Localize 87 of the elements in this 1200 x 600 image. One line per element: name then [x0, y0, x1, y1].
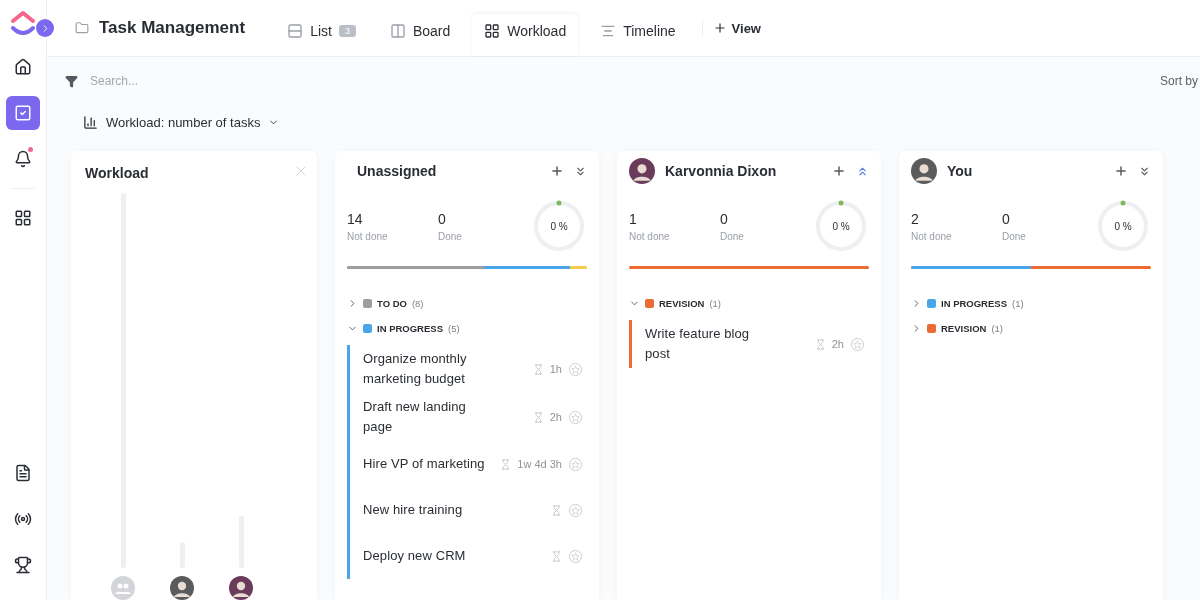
status-count: (1)	[991, 323, 1004, 334]
filter-icon[interactable]	[65, 74, 78, 88]
user-avatar	[170, 576, 194, 600]
status-name: IN PROGRESS	[377, 323, 443, 334]
stat-label: Not done	[629, 230, 671, 242]
time-estimate: 2h	[549, 411, 562, 423]
view-tab[interactable]: List 3	[275, 14, 368, 56]
user-avatar	[629, 158, 655, 184]
stat-label: Done	[1002, 230, 1027, 242]
home-icon	[14, 58, 32, 76]
checkbox-icon	[14, 104, 32, 122]
column-title: Karvonnia Dixon	[665, 163, 778, 179]
stat-label: Done	[720, 230, 745, 242]
status-name: REVISION	[659, 298, 705, 309]
time-estimate: 1w 4d 3h	[517, 458, 562, 470]
task-title[interactable]: Deploy new CRM	[363, 546, 485, 566]
status-group[interactable]: IN PROGRESS (1)	[911, 291, 1151, 316]
time-estimate: 1h	[549, 363, 562, 375]
percent-label: 0 %	[550, 220, 568, 232]
add-button[interactable]	[1114, 164, 1128, 178]
status-name: REVISION	[941, 323, 987, 334]
task-title[interactable]: Hire VP of marketing	[363, 454, 485, 474]
hourglass-icon	[551, 504, 562, 516]
trophy-icon	[14, 556, 32, 574]
view-tab[interactable]: Timeline	[588, 14, 688, 56]
progress-ring	[533, 200, 585, 252]
hourglass-icon	[500, 458, 512, 470]
status-count: (1)	[1012, 298, 1024, 309]
status-name: IN PROGRESS	[941, 298, 1007, 309]
bell-icon	[14, 150, 32, 168]
status-group[interactable]: REVISION (1)	[911, 316, 1151, 341]
count-badge: 3	[338, 25, 356, 37]
user-avatar	[229, 576, 253, 600]
columns-icon	[389, 23, 406, 39]
workload-dropdown[interactable]: Workload: number of tasks	[83, 105, 1200, 139]
status-count: (5)	[448, 323, 460, 334]
search-field[interactable]: Search...	[88, 73, 1150, 89]
stat-value: 2	[911, 210, 920, 227]
panel-title: Workload	[85, 165, 149, 181]
status-name: TO DO	[377, 298, 407, 309]
add-button[interactable]	[550, 164, 564, 178]
status-group[interactable]: IN PROGRESS (5)	[347, 316, 587, 341]
hourglass-icon	[532, 411, 544, 423]
column-title: Unassigned	[356, 163, 438, 179]
broadcast-icon	[14, 510, 32, 528]
status-count: (8)	[411, 298, 424, 309]
grid-icon	[484, 23, 501, 39]
task-title[interactable]: Draft new landing page	[363, 397, 485, 437]
percent-label: 0 %	[1114, 220, 1132, 232]
add-view-button[interactable]: View	[701, 19, 767, 37]
stat-value: 1	[629, 210, 638, 227]
user-avatar	[911, 158, 937, 184]
bar-chart-icon	[83, 114, 98, 130]
task-title[interactable]: Write feature blog post	[645, 324, 767, 364]
grid-icon	[14, 209, 32, 227]
stat-value: 0	[720, 210, 729, 227]
hourglass-icon	[532, 363, 544, 375]
status-group[interactable]: REVISION (1)	[629, 291, 869, 316]
stat-value: 0	[1002, 210, 1011, 227]
sort-button[interactable]: Sort by	[1160, 74, 1198, 88]
percent-label: 0 %	[832, 220, 850, 232]
stat-label: Not done	[347, 230, 389, 242]
folder-icon	[75, 21, 89, 35]
stat-value: 14	[347, 210, 364, 227]
view-tab[interactable]: Board	[377, 14, 463, 56]
document-icon	[14, 464, 32, 482]
status-group[interactable]: TO DO (8)	[347, 291, 587, 316]
progress-ring	[815, 200, 867, 252]
stat-label: Not done	[911, 230, 953, 242]
logo-icon[interactable]	[10, 10, 36, 38]
time-estimate: 2h	[831, 338, 844, 350]
hourglass-icon	[551, 550, 562, 562]
task-title[interactable]: New hire training	[363, 500, 485, 520]
column-title: You	[947, 163, 974, 179]
timeline-icon	[600, 23, 617, 39]
rows-icon	[287, 23, 304, 39]
page-title: Task Management	[99, 18, 246, 38]
expand-button[interactable]	[36, 19, 54, 37]
status-count: (1)	[709, 298, 722, 309]
stat-label: Done	[438, 230, 463, 242]
hourglass-icon	[814, 338, 826, 350]
task-title[interactable]: Organize monthly marketing budget	[363, 349, 485, 389]
progress-ring	[1097, 200, 1149, 252]
plus-icon	[712, 21, 727, 35]
view-tab[interactable]: Workload	[472, 14, 579, 56]
stat-value: 0	[438, 210, 447, 227]
add-button[interactable]	[832, 164, 846, 178]
